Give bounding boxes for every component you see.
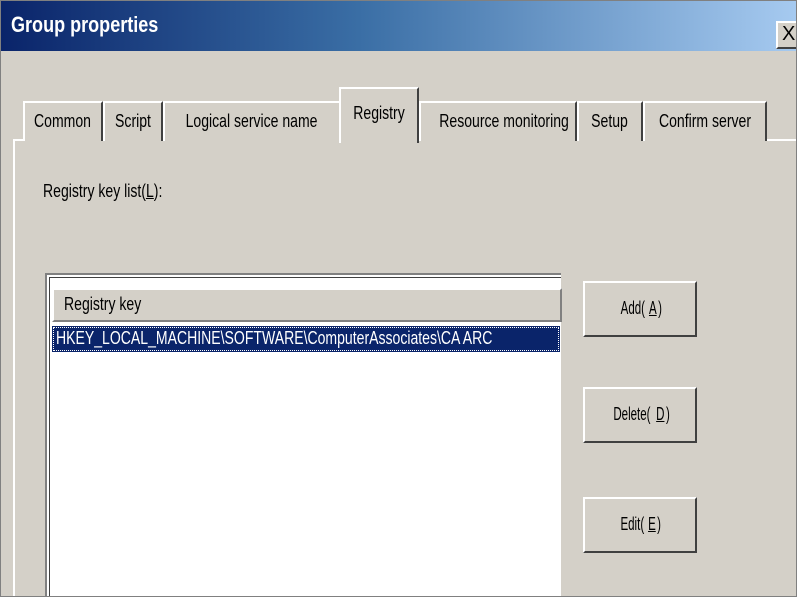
- close-button[interactable]: X: [776, 21, 796, 49]
- tab-logical-service-name[interactable]: Logical service name: [163, 101, 341, 141]
- registry-key-list[interactable]: Registry key HKEY_LOCAL_MACHINE\SOFTWARE…: [45, 273, 562, 596]
- list-area: Registry key HKEY_LOCAL_MACHINE\SOFTWARE…: [49, 277, 562, 596]
- tab-label: Logical service name: [186, 111, 318, 131]
- group-properties-dialog: Group properties X Common Script Logical…: [0, 0, 797, 597]
- add-button[interactable]: Add(A): [583, 281, 697, 337]
- tab-label: Resource monitoring: [439, 111, 569, 131]
- tab-resource-monitoring[interactable]: Resource monitoring: [419, 101, 577, 141]
- delete-button[interactable]: Delete(D): [583, 387, 697, 443]
- edit-button[interactable]: Edit(E): [583, 497, 697, 553]
- close-icon: X: [782, 23, 796, 45]
- tab-label: Confirm server: [658, 111, 752, 131]
- tab-label: Script: [115, 111, 151, 131]
- tab-label: Setup: [591, 111, 629, 131]
- tab-confirm-server[interactable]: Confirm server: [643, 101, 767, 141]
- title-bar[interactable]: Group properties: [1, 1, 796, 51]
- tab-script[interactable]: Script: [103, 101, 163, 141]
- window-title: Group properties: [11, 12, 159, 37]
- tab-label: Common: [34, 111, 92, 131]
- column-header-registry-key[interactable]: Registry key: [52, 288, 562, 322]
- list-item[interactable]: HKEY_LOCAL_MACHINE\SOFTWARE\ComputerAsso…: [52, 326, 560, 352]
- tab-label: Registry: [353, 103, 405, 123]
- tab-registry[interactable]: Registry: [339, 87, 419, 143]
- registry-key-list-label: Registry key list(L):: [43, 181, 163, 201]
- tab-common[interactable]: Common: [23, 101, 103, 141]
- tab-setup[interactable]: Setup: [577, 101, 643, 141]
